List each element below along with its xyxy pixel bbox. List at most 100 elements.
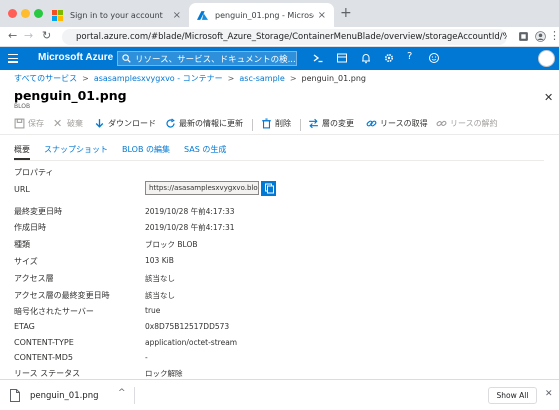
browser-tab-signin[interactable]: Sign in to your account × <box>44 3 189 27</box>
browser-tab-strip: Sign in to your account × penguin_01.png… <box>0 0 559 27</box>
discard-button[interactable]: ✕ 破棄 <box>53 118 83 129</box>
prop-value: true <box>145 306 161 315</box>
tab-overview[interactable]: 概要 <box>14 142 30 160</box>
download-button[interactable]: ダウンロード <box>94 118 156 129</box>
prop-value: - <box>145 353 148 362</box>
change-tier-label: 層の変更 <box>322 119 354 128</box>
maximize-window-button[interactable] <box>34 9 43 18</box>
tab-snapshots[interactable]: スナップショット <box>44 142 108 160</box>
breadcrumb: すべてのサービス > asasamplesxvygxvo - コンテナー > asc-s… <box>14 73 366 84</box>
directory-filter-icon[interactable] <box>336 52 348 64</box>
url-text: portal.azure.com/#blade/Microsoft_Azure_… <box>76 32 507 42</box>
show-all-button[interactable]: Show All <box>488 387 537 404</box>
back-arrow-icon[interactable]: ← <box>8 29 17 42</box>
browser-tab-penguin[interactable]: penguin_01.png - Microsoft Az × <box>189 3 334 27</box>
prop-label: アクセス層の最終変更日時 <box>14 291 110 300</box>
file-icon[interactable] <box>10 389 20 402</box>
close-shelf-icon[interactable]: ✕ <box>545 389 553 399</box>
browser-toolbar: ← → ↻ portal.azure.com/#blade/Microsoft_… <box>0 27 559 47</box>
tab-edit-blob[interactable]: BLOB の編集 <box>122 142 170 160</box>
url-field[interactable]: https://asasamplesxvygxvo.blo... <box>145 181 259 195</box>
address-bar[interactable]: portal.azure.com/#blade/Microsoft_Azure_… <box>62 29 507 45</box>
tab-generate-sas[interactable]: SAS の生成 <box>184 142 226 160</box>
prop-label: アクセス層 <box>14 274 54 283</box>
prop-value: 0x8D75B12517DD573 <box>145 322 230 331</box>
prop-label: 作成日時 <box>14 223 46 232</box>
prop-label: リース ステータス <box>14 369 81 378</box>
prop-value: application/octet-stream <box>145 338 238 347</box>
search-placeholder: リソース、サービス、ドキュメントの検... <box>135 54 296 65</box>
browser-menu-icon[interactable]: ⋮ <box>549 29 559 42</box>
prop-label: CONTENT-TYPE <box>14 338 74 347</box>
minimize-window-button[interactable] <box>21 9 30 18</box>
shelf-divider <box>134 387 135 404</box>
breadcrumb-current: penguin_01.png <box>301 74 366 83</box>
discard-label: 破棄 <box>67 119 83 128</box>
acquire-lease-button[interactable]: リースの取得 <box>366 118 428 129</box>
notifications-icon[interactable] <box>360 52 372 64</box>
prop-value: 103 KiB <box>145 256 174 265</box>
refresh-label: 最新の情報に更新 <box>179 119 243 128</box>
delete-button[interactable]: 削除 <box>261 118 291 129</box>
settings-gear-icon[interactable] <box>383 52 395 64</box>
prop-label: 暗号化されたサーバー <box>14 307 94 316</box>
feedback-smiley-icon[interactable] <box>428 52 440 64</box>
azure-header: Microsoft Azure リソース、サービス、ドキュメントの検... ? <box>0 47 559 70</box>
prop-value: ロック解除 <box>145 369 183 378</box>
page-title: penguin_01.png <box>14 88 127 103</box>
download-icon <box>95 119 104 128</box>
acquire-lease-label: リースの取得 <box>380 119 428 128</box>
cloud-shell-icon[interactable] <box>312 52 324 64</box>
help-icon[interactable]: ? <box>407 51 419 63</box>
link-icon <box>366 120 377 127</box>
properties-section-title: プロパティ <box>14 168 54 177</box>
prop-label: 種類 <box>14 240 30 249</box>
extension-icon[interactable] <box>518 31 529 42</box>
azure-logo-icon <box>197 10 208 20</box>
save-button[interactable]: 保存 <box>14 118 44 129</box>
tab-close-icon[interactable]: × <box>318 10 326 21</box>
url-label: URL <box>14 185 30 194</box>
breadcrumb-all-services[interactable]: すべてのサービス <box>14 74 77 83</box>
avatar[interactable] <box>538 50 555 67</box>
breadcrumb-separator: > <box>289 74 297 83</box>
blade-tabs: 概要 スナップショット BLOB の編集 SAS の生成 <box>14 142 240 160</box>
swap-arrows-icon <box>309 118 318 129</box>
forward-arrow-icon[interactable]: → <box>24 29 33 42</box>
change-tier-button[interactable]: 層の変更 <box>308 118 354 129</box>
break-lease-label: リースの解約 <box>450 119 498 128</box>
download-filename[interactable]: penguin_01.png <box>30 391 99 401</box>
search-icon <box>122 54 131 63</box>
breadcrumb-asc-sample[interactable]: asc-sample <box>239 74 284 83</box>
copy-button[interactable] <box>261 181 276 196</box>
new-tab-button[interactable]: + <box>340 5 352 21</box>
copy-icon <box>265 183 274 194</box>
tab-close-icon[interactable]: × <box>173 10 181 21</box>
breadcrumb-separator: > <box>227 74 235 83</box>
hamburger-menu-icon[interactable] <box>8 54 18 65</box>
command-separator <box>252 119 253 131</box>
close-window-button[interactable] <box>8 9 17 18</box>
azure-brand[interactable]: Microsoft Azure <box>38 52 113 63</box>
refresh-button[interactable]: 最新の情報に更新 <box>165 118 243 129</box>
microsoft-logo-icon <box>52 9 63 21</box>
prop-value: 2019/10/28 午前4:17:33 <box>145 207 235 216</box>
refresh-icon <box>166 118 175 128</box>
prop-label: ETAG <box>14 322 35 331</box>
profile-icon[interactable] <box>535 31 546 42</box>
close-blade-button[interactable]: ✕ <box>544 91 553 104</box>
prop-value: 2019/10/28 午前4:17:31 <box>145 223 235 232</box>
prop-value: ブロック BLOB <box>145 240 198 249</box>
break-lease-button[interactable]: リースの解約 <box>436 118 498 129</box>
breadcrumb-container[interactable]: asasamplesxvygxvo - コンテナー <box>94 74 223 83</box>
prop-label: CONTENT-MD5 <box>14 353 73 362</box>
reload-icon[interactable]: ↻ <box>42 29 51 42</box>
prop-value: 該当なし <box>145 291 175 300</box>
delete-label: 削除 <box>275 119 291 128</box>
prop-label: サイズ <box>14 257 38 266</box>
chevron-up-icon[interactable]: ^ <box>118 388 126 398</box>
download-shelf: penguin_01.png ^ Show All ✕ <box>0 379 559 410</box>
broken-link-icon <box>436 120 447 127</box>
save-label: 保存 <box>28 119 44 128</box>
azure-search-input[interactable]: リソース、サービス、ドキュメントの検... <box>117 51 297 66</box>
